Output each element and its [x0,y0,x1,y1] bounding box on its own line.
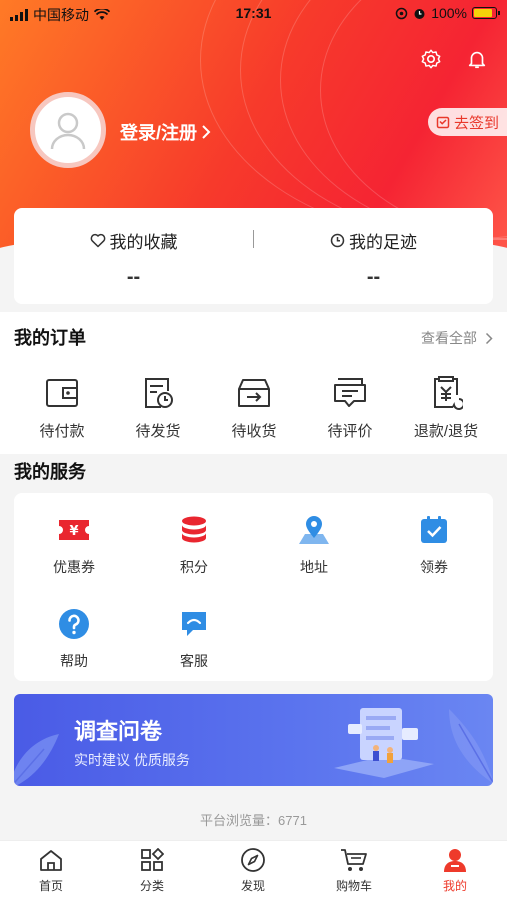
service-help[interactable]: 帮助 [14,605,134,671]
calendar-icon [436,116,450,129]
tab-label: 分类 [139,879,164,893]
banner-subtitle: 实时建议 优质服务 [74,752,190,768]
login-register-link[interactable]: 登录/注册 [120,119,211,145]
user-icon [50,112,86,150]
category-icon [141,848,164,871]
service-label: 积分 [180,559,208,575]
profile-icon [444,849,466,872]
svg-text:¥: ¥ [69,524,78,539]
tab-label: 发现 [240,879,265,893]
calendar-check-icon [421,516,447,543]
compass-icon [241,848,265,872]
location-icon [299,516,329,544]
status-bar: 中国移动 17:31 100% [0,0,507,28]
signin-button[interactable]: 去签到 [427,108,507,136]
order-label: 退款/退货 [413,423,479,440]
service-label: 客服 [180,653,208,669]
chevron-right-icon [202,125,211,139]
see-all-label: 查看全部 [421,330,477,346]
alarm-icon [414,8,425,19]
signin-label: 去签到 [453,114,499,132]
order-label: 待收货 [231,423,277,440]
battery-icon [472,7,500,19]
service-coupons[interactable]: ¥ 优惠券 [14,511,134,577]
coupon-icon: ¥ [59,520,89,540]
tab-home[interactable]: 首页 [1,847,101,894]
banner-title: 调查问卷 [74,719,163,744]
order-label: 待评价 [327,423,373,440]
login-label: 登录/注册 [120,123,198,143]
my-favorites[interactable]: 我的收藏 -- [14,208,253,304]
service-label: 地址 [300,559,328,575]
order-pending-review[interactable]: 待评价 [302,374,398,441]
order-pending-payment[interactable]: 待付款 [14,374,110,441]
leaf-decoration-icon [449,709,493,784]
see-all-orders-link[interactable]: 查看全部 [421,328,493,348]
survey-illustration-icon [334,708,434,778]
bottom-tab-bar: 首页 分类 发现 购物车 我的 [0,840,507,900]
order-label: 待付款 [39,423,85,440]
tab-profile[interactable]: 我的 [405,847,505,894]
orders-section: 我的订单 查看全部 待付款 待发货 待收货 待评价 退款/退货 [0,312,507,454]
battery-percent: 100% [431,5,467,21]
avatar[interactable] [30,92,106,168]
footprints-count: -- [366,266,381,288]
points-icon [182,516,206,543]
survey-banner[interactable]: 调查问卷 实时建议 优质服务 [14,694,493,786]
service-points[interactable]: 积分 [134,511,254,577]
gear-icon [421,49,441,69]
comment-icon [334,378,366,407]
heart-icon [90,233,105,248]
service-label: 领券 [420,559,448,575]
chat-icon [182,612,206,636]
bell-icon [468,51,486,69]
home-icon [40,850,62,871]
tab-label: 我的 [442,879,467,893]
chevron-right-icon [485,332,493,344]
doc-clock-icon [145,378,173,408]
tab-cart[interactable]: 购物车 [304,847,404,894]
orders-title: 我的订单 [14,328,86,348]
service-label: 帮助 [60,653,88,669]
service-customer-service[interactable]: 客服 [134,605,254,671]
orientation-lock-icon [395,7,408,19]
service-label: 优惠券 [53,559,95,575]
tab-category[interactable]: 分类 [102,847,202,894]
refund-icon [434,376,463,410]
service-get-coupons[interactable]: 领券 [374,511,494,577]
order-label: 待发货 [135,423,181,440]
wallet-icon [46,379,78,407]
service-address[interactable]: 地址 [254,511,374,577]
tab-label: 首页 [38,879,63,893]
clock-icon [330,233,345,248]
page-views-text: 平台浏览量：6771 [200,813,307,828]
box-icon [238,379,270,407]
order-pending-shipment[interactable]: 待发货 [110,374,206,441]
order-refund[interactable]: 退款/退货 [398,374,494,441]
order-pending-receipt[interactable]: 待收货 [206,374,302,441]
tab-discover[interactable]: 发现 [203,847,303,894]
settings-button[interactable] [418,46,444,72]
notification-button[interactable] [464,46,490,72]
cart-icon [341,849,367,871]
services-card: ¥ 优惠券 积分 地址 领券 帮助 客服 [14,493,493,681]
favorites-label: 我的收藏 [109,233,178,252]
help-icon [59,609,89,639]
favorites-count: -- [126,266,141,288]
tab-label: 购物车 [335,879,372,893]
leaf-decoration-icon [14,734,59,786]
footprints-label: 我的足迹 [349,233,417,252]
my-footprints[interactable]: 我的足迹 -- [254,208,493,304]
services-title: 我的服务 [14,462,86,482]
favorites-card: 我的收藏 -- 我的足迹 -- [14,208,493,304]
